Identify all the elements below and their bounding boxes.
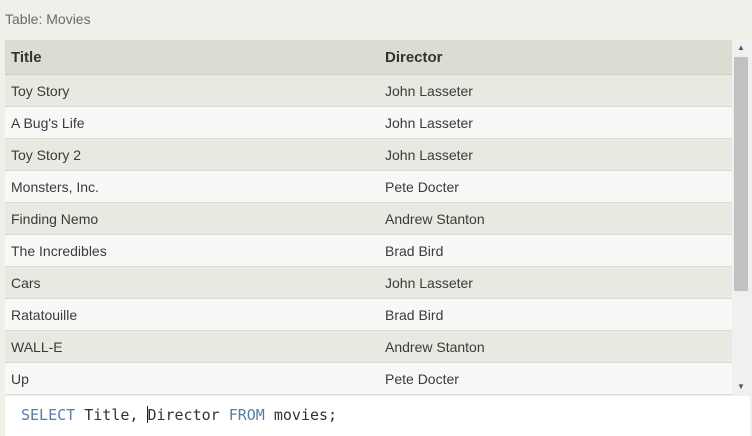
scroll-up-arrow-icon[interactable]: ▲ [732, 40, 750, 56]
cell-director: John Lasseter [379, 266, 732, 299]
cell-director: Andrew Stanton [379, 202, 732, 235]
table-header-row: Title Director [5, 40, 732, 75]
table-row[interactable]: Monsters, Inc. Pete Docter [5, 170, 732, 203]
cell-director: Pete Docter [379, 170, 732, 203]
cell-director: John Lasseter [379, 106, 732, 139]
cell-title: Toy Story [5, 74, 379, 107]
cell-title: Toy Story 2 [5, 138, 379, 171]
column-header-title[interactable]: Title [5, 40, 379, 75]
table-row[interactable]: The Incredibles Brad Bird [5, 234, 732, 267]
cell-title: Cars [5, 266, 379, 299]
sql-keyword-from: FROM [228, 406, 265, 424]
cell-title: A Bug's Life [5, 106, 379, 139]
cell-director: John Lasseter [379, 138, 732, 171]
cell-title: Monsters, Inc. [5, 170, 379, 203]
sql-query-editor[interactable]: SELECT Title, Director FROM movies; [5, 396, 750, 436]
cell-title: Up [5, 362, 379, 395]
cell-director: John Lasseter [379, 74, 732, 107]
table-row[interactable]: Finding Nemo Andrew Stanton [5, 202, 732, 235]
sql-columns-rest: Director [147, 406, 229, 424]
table-row[interactable]: Toy Story 2 John Lasseter [5, 138, 732, 171]
cell-director: Brad Bird [379, 298, 732, 331]
sql-keyword-select: SELECT [21, 406, 76, 424]
table-row[interactable]: Cars John Lasseter [5, 266, 732, 299]
vertical-scrollbar[interactable]: ▲ ▼ [732, 40, 750, 395]
cell-director: Andrew Stanton [379, 330, 732, 363]
scroll-down-arrow-icon[interactable]: ▼ [732, 379, 750, 395]
results-table: Title Director Toy Story John Lasseter A B… [5, 40, 732, 395]
scroll-thumb[interactable] [734, 57, 748, 291]
results-table-container[interactable]: Title Director Toy Story John Lasseter A B… [5, 40, 750, 395]
cell-director: Brad Bird [379, 234, 732, 267]
table-row[interactable]: WALL-E Andrew Stanton [5, 330, 732, 363]
cell-title: Ratatouille [5, 298, 379, 331]
table-row[interactable]: Up Pete Docter [5, 362, 732, 395]
table-row[interactable]: Ratatouille Brad Bird [5, 298, 732, 331]
table-body: Toy Story John Lasseter A Bug's Life John L… [5, 74, 732, 395]
cell-title: The Incredibles [5, 234, 379, 267]
table-row[interactable]: A Bug's Life John Lasseter [5, 106, 732, 139]
column-header-director[interactable]: Director [379, 40, 732, 75]
sql-table-name: movies; [264, 406, 338, 424]
table-caption: Table: Movies [5, 11, 91, 27]
table-row[interactable]: Toy Story John Lasseter [5, 74, 732, 107]
cell-director: Pete Docter [379, 362, 732, 395]
cell-title: Finding Nemo [5, 202, 379, 235]
cell-title: WALL-E [5, 330, 379, 363]
sql-columns-part: Title, [75, 406, 148, 424]
sql-query-text[interactable]: SELECT Title, Director FROM movies; [21, 406, 337, 424]
